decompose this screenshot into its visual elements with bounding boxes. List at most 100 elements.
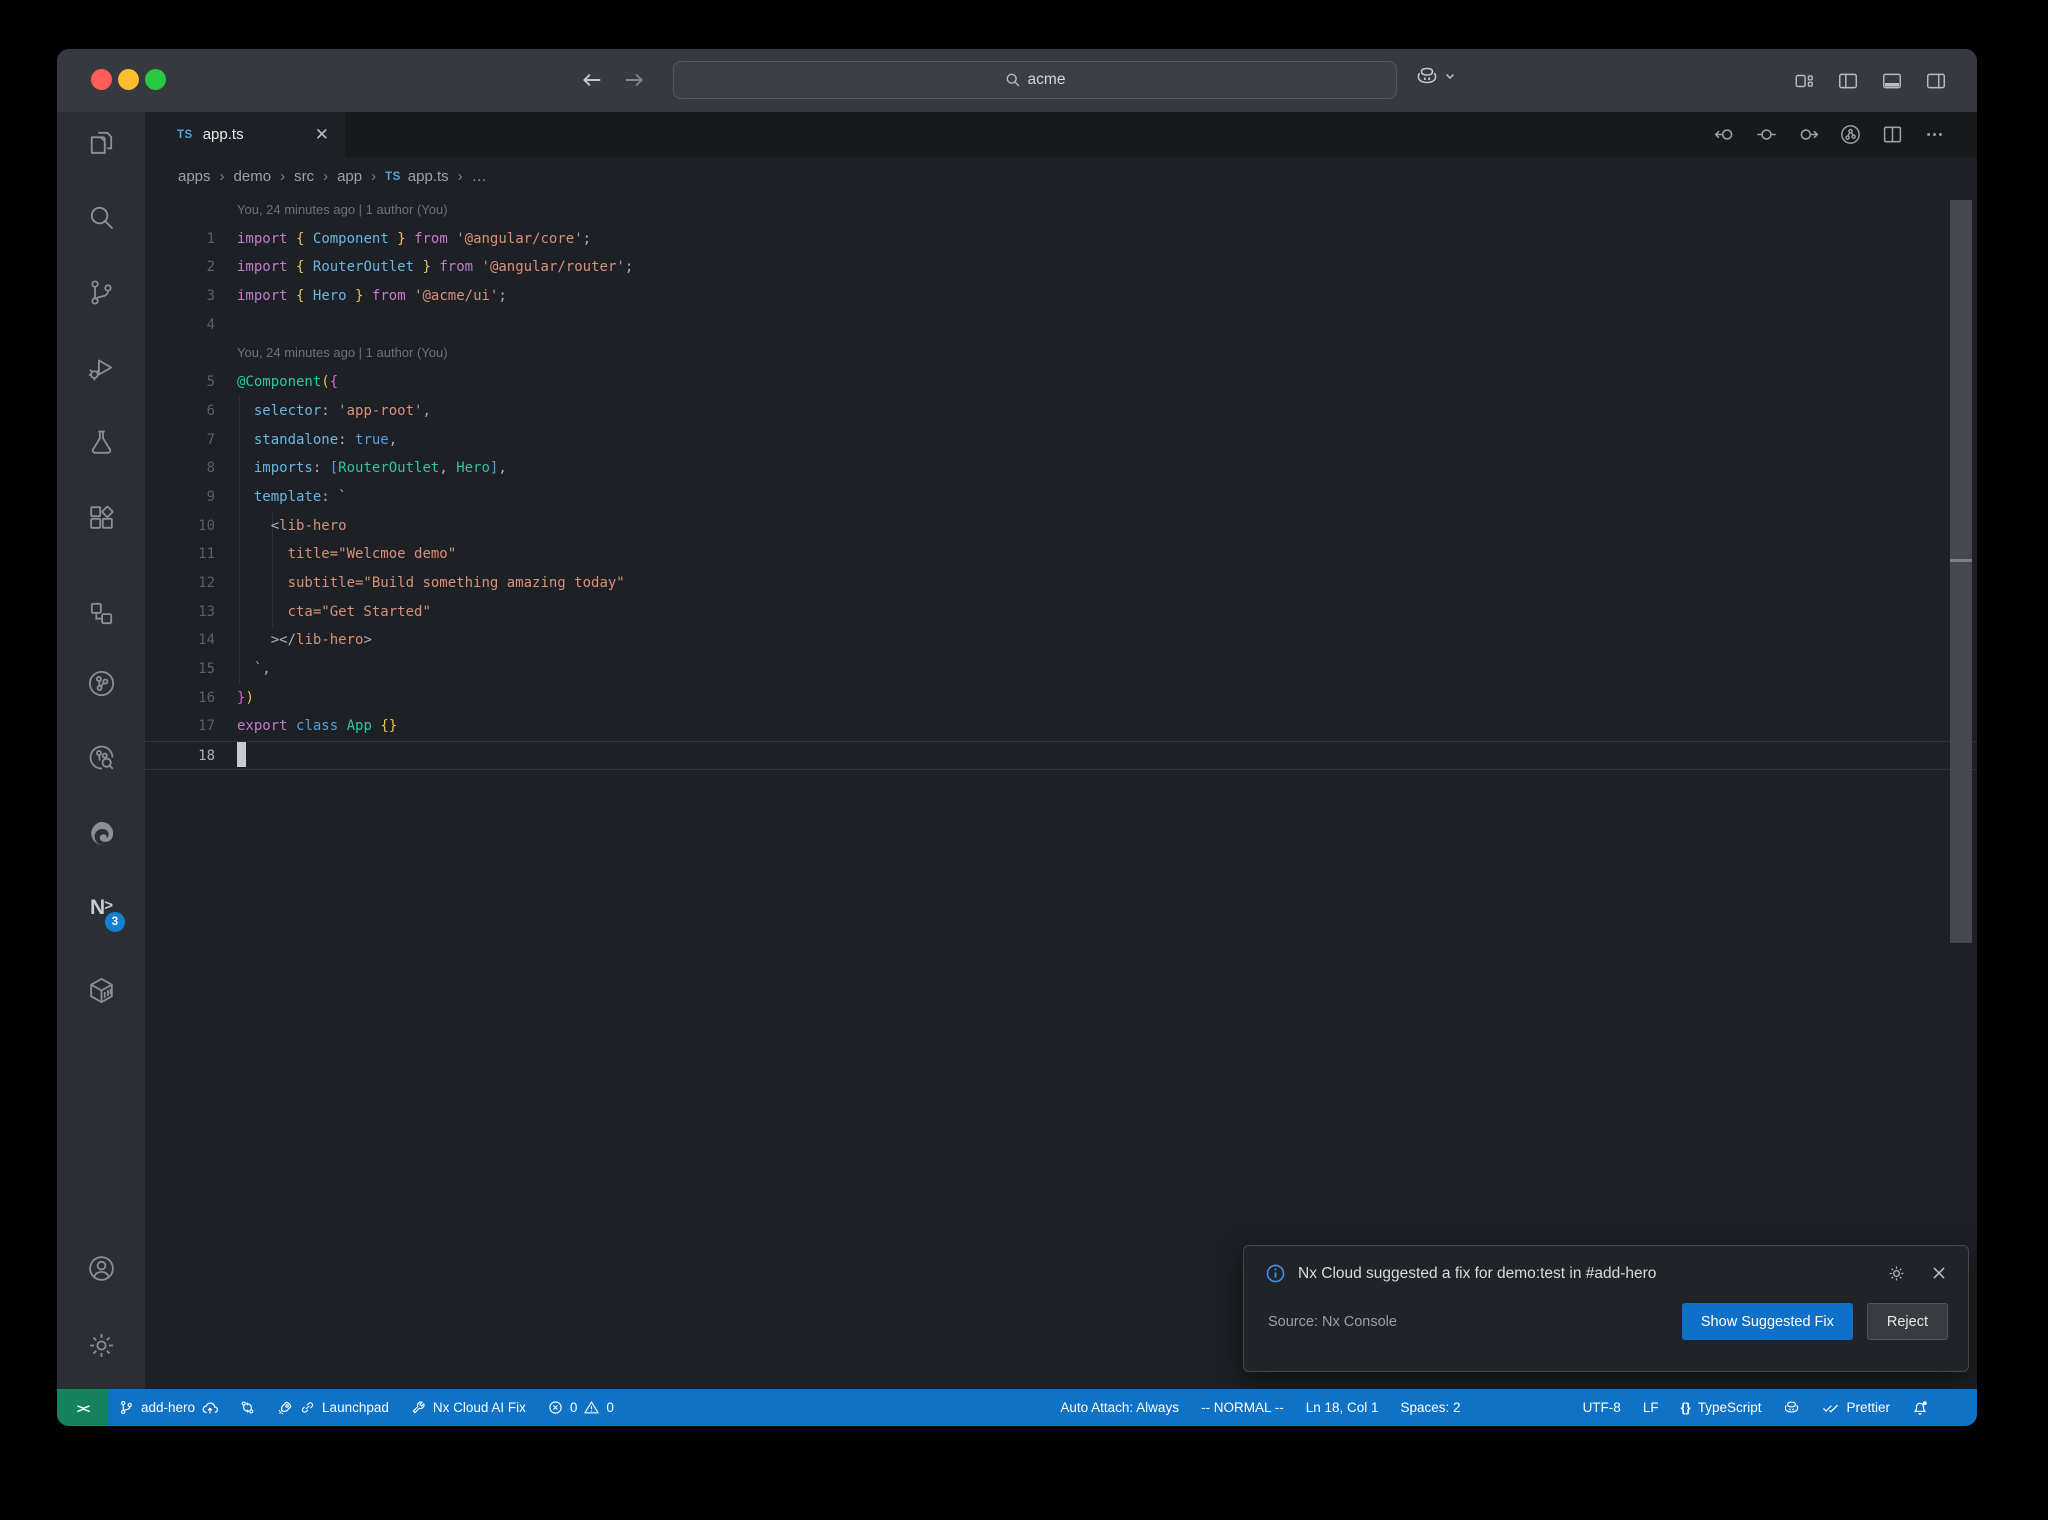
code-line[interactable]: 3 import { Hero } from '@acme/ui';: [145, 282, 1977, 311]
commit-search-icon[interactable]: [79, 735, 123, 779]
previous-change-icon[interactable]: [1714, 124, 1735, 145]
command-center-search[interactable]: acme: [673, 61, 1397, 99]
statusbar-cursor-position[interactable]: Ln 18, Col 1: [1295, 1389, 1390, 1426]
code-text[interactable]: cta="Get Started": [237, 598, 431, 627]
copilot-menu[interactable]: [1415, 64, 1456, 88]
window-minimize-button[interactable]: [118, 69, 139, 90]
breadcrumb-item-src[interactable]: src: [294, 168, 314, 185]
code-text[interactable]: import { Component } from '@angular/core…: [237, 225, 591, 254]
search-icon[interactable]: [79, 195, 123, 239]
containers-icon[interactable]: [79, 968, 123, 1012]
statusbar-indentation[interactable]: Spaces: 2: [1390, 1389, 1472, 1426]
source-control-graph-icon[interactable]: [1840, 124, 1861, 145]
tab-app-ts[interactable]: TS app.ts ✕: [145, 112, 345, 157]
breadcrumb-item-demo[interactable]: demo: [234, 168, 272, 185]
split-editor-icon[interactable]: [1882, 124, 1903, 145]
toggle-panel-icon[interactable]: [1881, 70, 1903, 92]
statusbar-git-branch[interactable]: add-hero: [108, 1389, 229, 1426]
line-number[interactable]: 2: [145, 253, 215, 282]
code-text[interactable]: subtitle="Build something amazing today": [237, 569, 625, 598]
accounts-icon[interactable]: [79, 1246, 123, 1290]
code-line[interactable]: 1 import { Component } from '@angular/cor…: [145, 225, 1977, 254]
line-number[interactable]: 1: [145, 225, 215, 254]
code-line[interactable]: 7 standalone: true,: [145, 426, 1977, 455]
code-line[interactable]: 8 imports: [RouterOutlet, Hero],: [145, 454, 1977, 483]
statusbar-eol[interactable]: LF: [1632, 1389, 1670, 1426]
code-text[interactable]: imports: [RouterOutlet, Hero],: [237, 454, 507, 483]
toggle-secondary-sidebar-icon[interactable]: [1925, 70, 1947, 92]
statusbar-formatter[interactable]: Prettier: [1811, 1389, 1901, 1426]
code-text[interactable]: template: `: [237, 483, 347, 512]
code-line[interactable]: 9 template: `: [145, 483, 1977, 512]
breadcrumb-item-app[interactable]: app: [337, 168, 362, 185]
statusbar-copilot-status[interactable]: [1772, 1389, 1811, 1426]
source-control-icon[interactable]: [79, 270, 123, 314]
extensions-icon[interactable]: [79, 495, 123, 539]
search-input[interactable]: acme: [1028, 71, 1066, 89]
line-number[interactable]: 10: [145, 512, 215, 541]
customize-layout-icon[interactable]: [1793, 70, 1815, 92]
code-text[interactable]: <lib-hero: [237, 512, 347, 541]
line-number[interactable]: 4: [145, 311, 215, 340]
settings-icon[interactable]: [79, 1323, 123, 1367]
breadcrumb-item-[interactable]: …: [472, 168, 487, 185]
statusbar-nx-cloud-ai-fix[interactable]: Nx Cloud AI Fix: [400, 1389, 537, 1426]
source-control-graph-icon[interactable]: [79, 661, 123, 705]
code-line[interactable]: 6 selector: 'app-root',: [145, 397, 1977, 426]
code-line[interactable]: 10 <lib-hero: [145, 512, 1977, 541]
notification-settings-icon[interactable]: [1887, 1264, 1906, 1283]
breadcrumb-item-appts[interactable]: TS app.ts: [385, 168, 449, 185]
code-line[interactable]: 18: [145, 741, 1977, 770]
statusbar-problems[interactable]: 00: [537, 1389, 625, 1426]
code-text[interactable]: }): [237, 684, 254, 713]
hierarchy-icon[interactable]: [79, 591, 123, 635]
run-and-debug-icon[interactable]: [79, 345, 123, 389]
line-number[interactable]: 13: [145, 598, 215, 627]
line-number[interactable]: 11: [145, 540, 215, 569]
code-text[interactable]: title="Welcmoe demo": [237, 540, 457, 569]
statusbar-encoding[interactable]: UTF-8: [1572, 1389, 1632, 1426]
statusbar-launchpad[interactable]: Launchpad: [266, 1389, 400, 1426]
line-number[interactable]: 16: [145, 684, 215, 713]
code-line[interactable]: 2 import { RouterOutlet } from '@angular/…: [145, 253, 1977, 282]
window-zoom-button[interactable]: [145, 69, 166, 90]
statusbar-compare-changes[interactable]: [229, 1389, 266, 1426]
testing-icon[interactable]: [79, 420, 123, 464]
code-text[interactable]: import { RouterOutlet } from '@angular/r…: [237, 253, 633, 282]
editor-pane[interactable]: You, 24 minutes ago | 1 author (You) 1 imp…: [145, 196, 1977, 1389]
toggle-primary-sidebar-icon[interactable]: [1837, 70, 1859, 92]
line-number[interactable]: 5: [145, 368, 215, 397]
editor-scrollbar[interactable]: [1950, 200, 1972, 943]
code-text[interactable]: export class App {}: [237, 712, 397, 741]
code-line[interactable]: 13 cta="Get Started": [145, 598, 1977, 627]
notification-close-icon[interactable]: [1930, 1264, 1948, 1282]
statusbar-vim-mode[interactable]: -- NORMAL --: [1190, 1389, 1295, 1426]
code-text[interactable]: `,: [237, 655, 271, 684]
explorer-icon[interactable]: [79, 120, 123, 164]
line-number[interactable]: 6: [145, 397, 215, 426]
line-number[interactable]: 15: [145, 655, 215, 684]
line-number[interactable]: 8: [145, 454, 215, 483]
show-suggested-fix-button[interactable]: Show Suggested Fix: [1681, 1303, 1853, 1340]
statusbar-language-mode[interactable]: {} TypeScript: [1670, 1389, 1773, 1426]
code-text[interactable]: standalone: true,: [237, 426, 397, 455]
nx-console-icon[interactable]: N> 3: [79, 886, 125, 932]
statusbar-notifications-bell[interactable]: [1901, 1389, 1939, 1426]
code-text[interactable]: @Component({: [237, 368, 338, 397]
code-text[interactable]: import { Hero } from '@acme/ui';: [237, 282, 507, 311]
code-line[interactable]: 15 `,: [145, 655, 1977, 684]
line-number[interactable]: 3: [145, 282, 215, 311]
code-text[interactable]: selector: 'app-root',: [237, 397, 431, 426]
tab-close-icon[interactable]: ✕: [315, 126, 329, 143]
statusbar-remote-indicator[interactable]: ><: [57, 1389, 108, 1426]
window-close-button[interactable]: [91, 69, 112, 90]
line-number[interactable]: 18: [145, 742, 215, 769]
line-number[interactable]: 12: [145, 569, 215, 598]
line-number[interactable]: 17: [145, 712, 215, 741]
code-line[interactable]: 4: [145, 311, 1977, 340]
next-change-icon[interactable]: [1798, 124, 1819, 145]
edge-tools-icon[interactable]: [79, 811, 123, 855]
reject-button[interactable]: Reject: [1866, 1303, 1948, 1340]
current-change-icon[interactable]: [1756, 124, 1777, 145]
more-actions-icon[interactable]: [1924, 124, 1945, 145]
